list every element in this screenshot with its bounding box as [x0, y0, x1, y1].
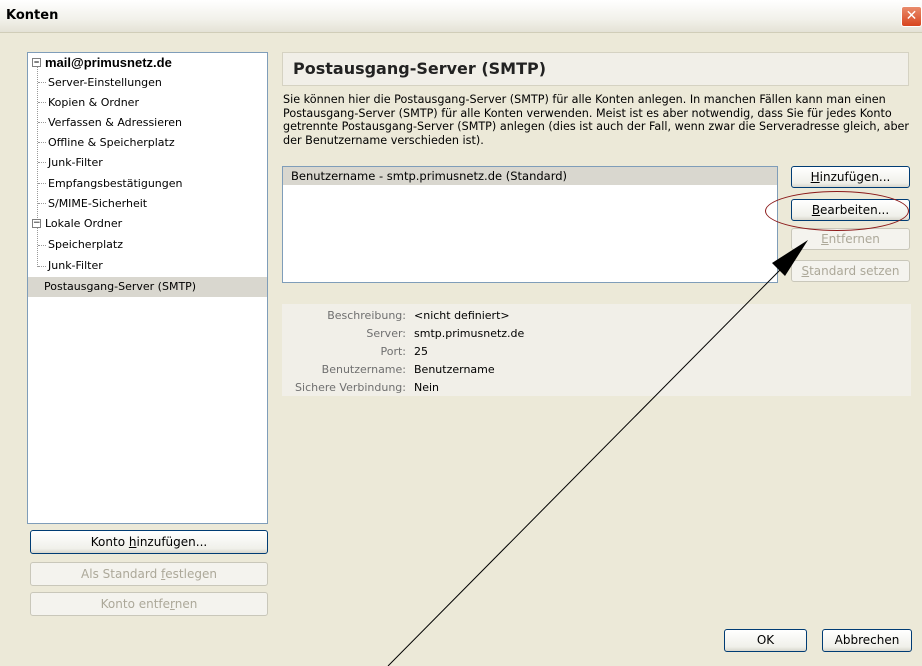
arrowhead-icon — [772, 240, 808, 276]
annotation-arrow — [387, 240, 808, 666]
arrow-line — [387, 269, 781, 666]
accounts-dialog: Konten ✕ − mail@primusnetz.de Server-Ein… — [0, 0, 922, 666]
